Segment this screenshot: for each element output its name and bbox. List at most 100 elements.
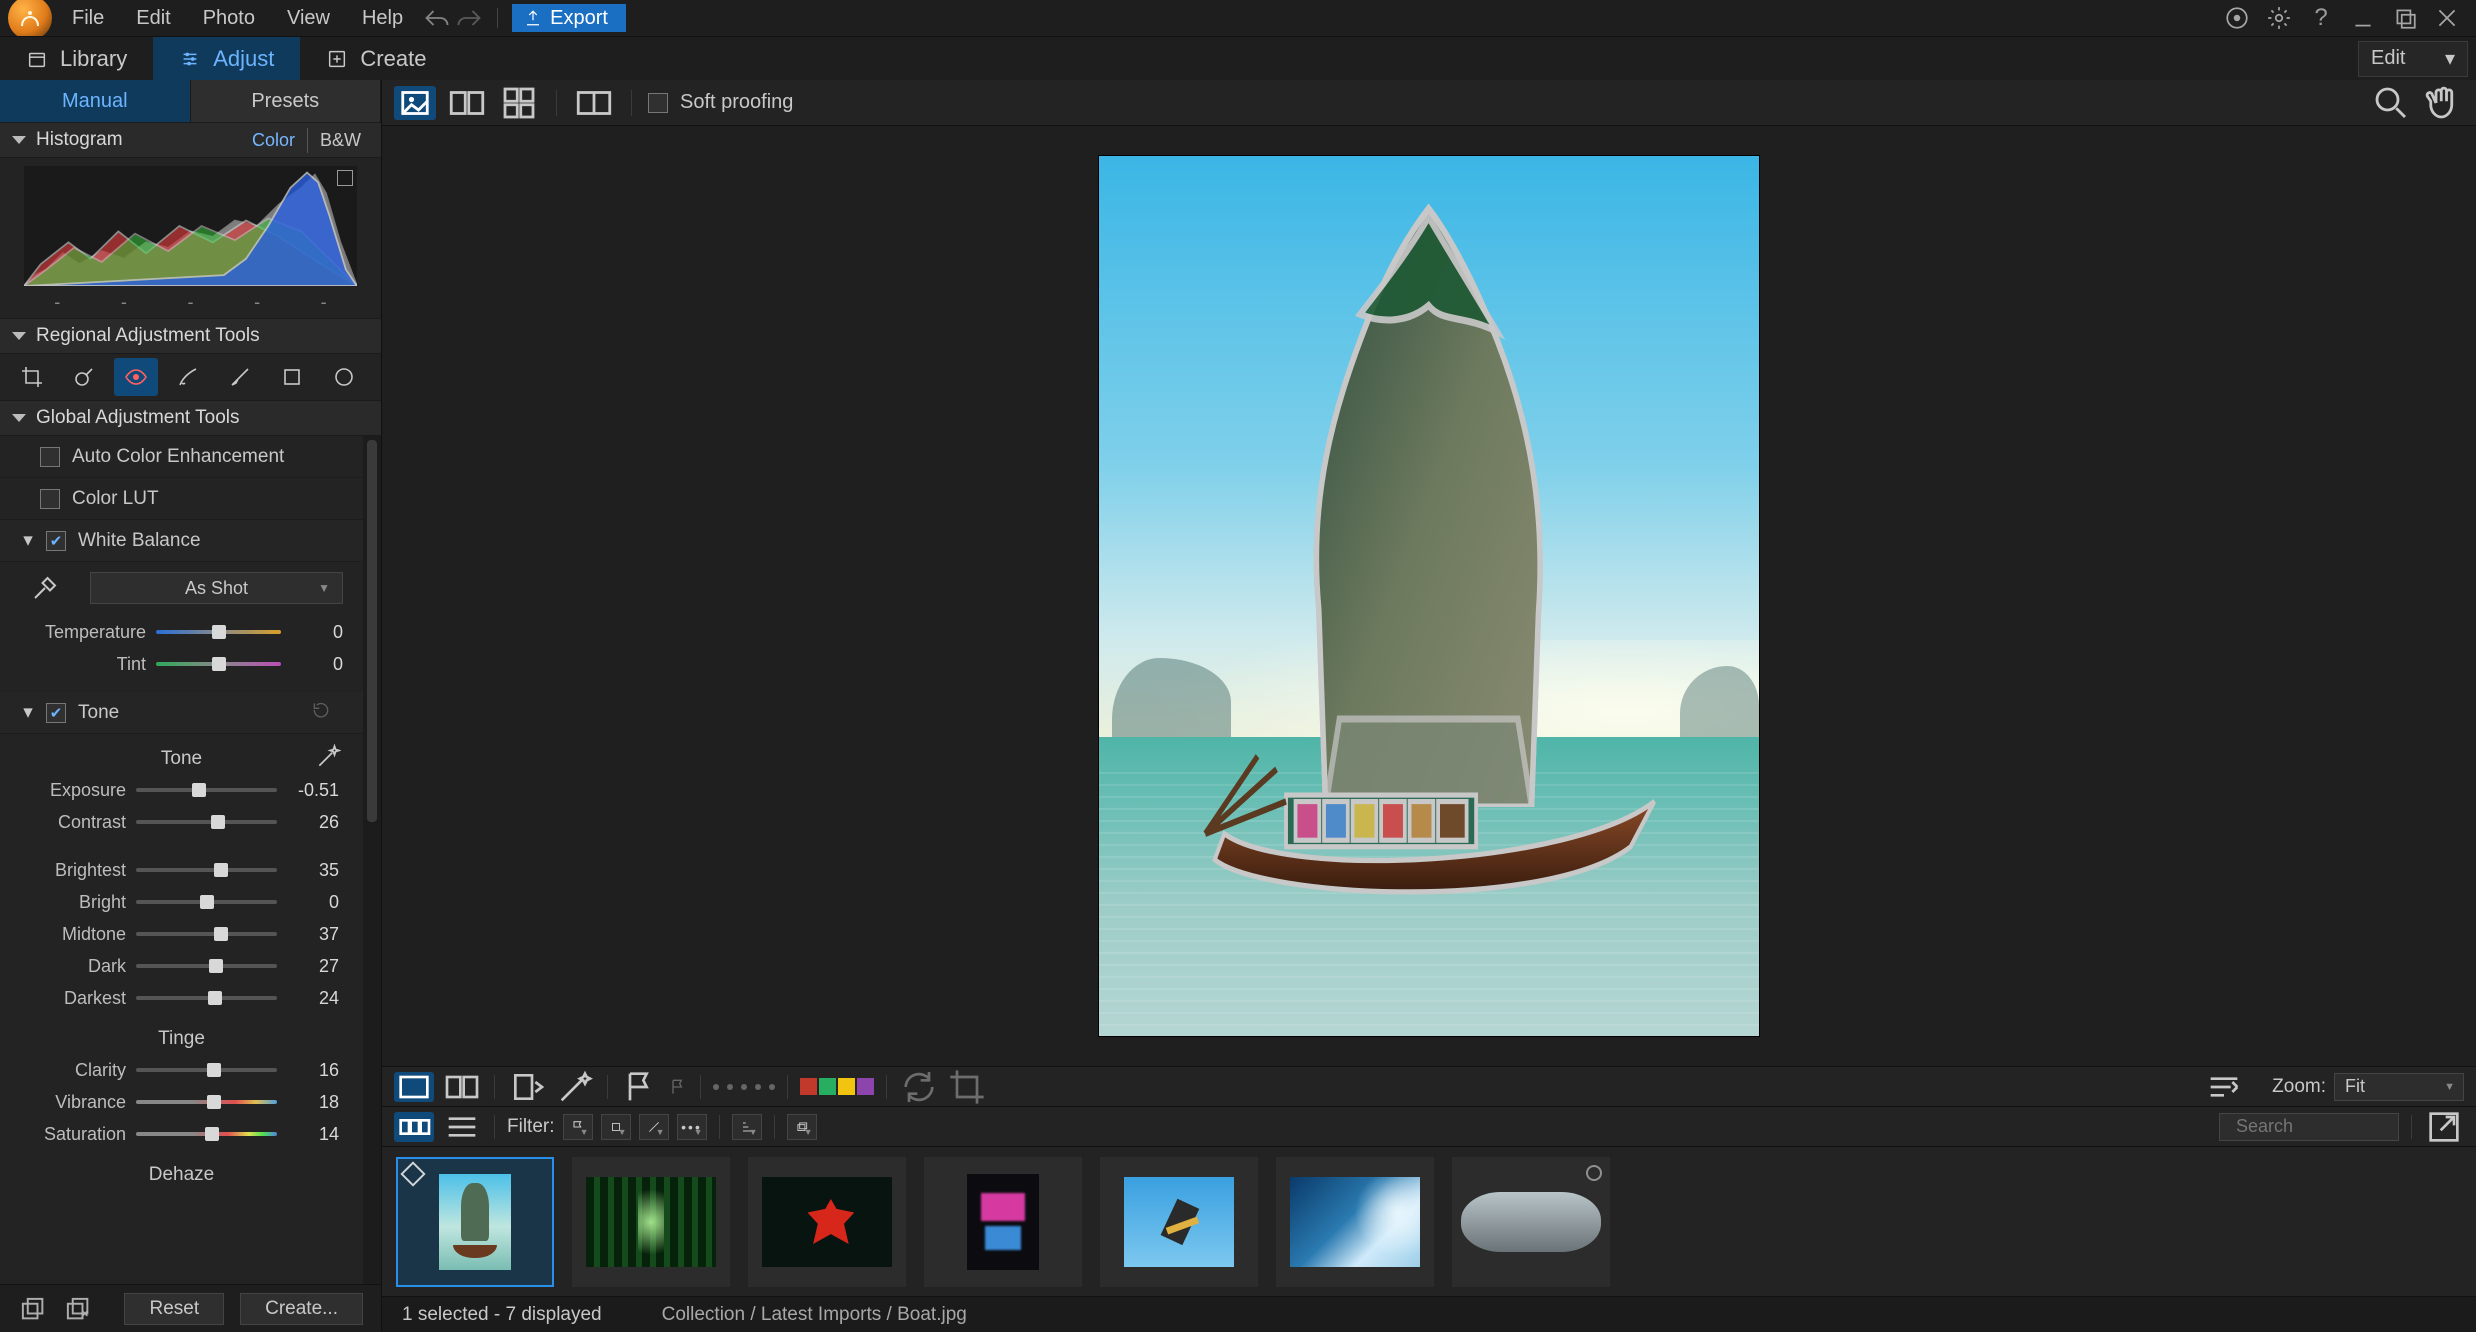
create-preset-button[interactable]: Create... [240,1293,363,1325]
slider-thumb[interactable] [207,1095,221,1109]
slider-temperature[interactable]: Temperature0 [30,616,343,648]
slider-dark[interactable]: Dark27 [10,950,339,982]
section-regional-header[interactable]: Regional Adjustment Tools [0,318,381,354]
soft-proofing-toggle[interactable]: Soft proofing [648,91,793,114]
slider-clarity[interactable]: Clarity16 [10,1054,339,1086]
slider-thumb[interactable] [212,625,226,639]
view-compare-side[interactable] [446,86,488,120]
color-label-swatch[interactable] [800,1078,817,1095]
thumbnail[interactable] [1276,1157,1434,1287]
redo-button[interactable] [455,4,483,32]
slider-contrast[interactable]: Contrast26 [10,806,339,838]
color-labels[interactable] [800,1078,874,1095]
thumb-view-list[interactable] [442,1112,482,1142]
slider-saturation[interactable]: Saturation14 [10,1118,339,1150]
clip-warning-icon[interactable] [337,170,353,186]
filmstrip-search[interactable]: ✕ [2219,1113,2399,1141]
flag-reject[interactable] [668,1072,688,1102]
menu-file[interactable]: File [56,3,120,34]
slider-thumb[interactable] [214,927,228,941]
slider-thumb[interactable] [192,783,206,797]
radial-mask-tool[interactable] [322,358,366,396]
spot-tool[interactable] [62,358,106,396]
notifications-icon[interactable] [2224,5,2250,31]
color-label-swatch[interactable] [819,1078,836,1095]
auto-enhance-button[interactable] [555,1072,595,1102]
help-icon[interactable]: ? [2308,5,2334,31]
histogram-mode-color[interactable]: Color [244,128,303,153]
slider-track[interactable] [136,900,277,904]
open-external-button[interactable] [2424,1112,2464,1142]
slider-thumb[interactable] [214,863,228,877]
settings-icon[interactable] [2266,5,2292,31]
compare-mode-a[interactable] [394,1072,434,1102]
slider-track[interactable] [136,996,277,1000]
section-histogram-header[interactable]: Histogram Color B&W [0,122,381,158]
paste-adjustments-button[interactable] [63,1292,92,1326]
crop-quick-button[interactable] [947,1072,987,1102]
tab-presets[interactable]: Presets [191,80,382,122]
zoom-select[interactable]: Fit [2334,1073,2464,1101]
white-balance-select[interactable]: As Shot [90,572,343,604]
filter-flags[interactable] [563,1114,593,1140]
crop-tool[interactable] [10,358,54,396]
image-canvas[interactable] [382,126,2476,1066]
filter-edited[interactable] [639,1114,669,1140]
slider-exposure[interactable]: Exposure-0.51 [10,774,339,806]
slider-track[interactable] [136,820,277,824]
toggle-white-balance[interactable]: ▾ White Balance [0,520,363,562]
slider-tint[interactable]: Tint0 [30,648,343,680]
slider-thumb[interactable] [212,657,226,671]
redeye-tool[interactable] [114,358,158,396]
thumbnail[interactable] [748,1157,906,1287]
slider-thumb[interactable] [208,991,222,1005]
stack-mode[interactable] [787,1114,817,1140]
sort-order[interactable] [732,1114,762,1140]
section-global-header[interactable]: Global Adjustment Tools [0,400,381,436]
slider-track[interactable] [156,662,281,666]
tab-manual[interactable]: Manual [0,80,191,122]
color-label-swatch[interactable] [857,1078,874,1095]
menu-edit[interactable]: Edit [120,3,186,34]
brush-tool[interactable] [166,358,210,396]
auto-tone-button[interactable] [315,744,341,770]
slider-vibrance[interactable]: Vibrance18 [10,1086,339,1118]
slider-track[interactable] [136,1132,277,1136]
mode-create[interactable]: Create [300,37,452,80]
undo-button[interactable] [423,4,451,32]
mode-library[interactable]: Library [0,37,153,80]
zoom-tool[interactable] [2370,86,2412,120]
panel-scrollbar[interactable] [363,436,381,1284]
slider-track[interactable] [156,630,281,634]
slider-thumb[interactable] [209,959,223,973]
mode-adjust[interactable]: Adjust [153,37,300,80]
histogram-mode-bw[interactable]: B&W [312,128,369,153]
copy-adjustments-button[interactable] [18,1292,47,1326]
thumbnail[interactable] [572,1157,730,1287]
maximize-button[interactable] [2392,5,2418,31]
slider-thumb[interactable] [200,895,214,909]
toggle-auto-color[interactable]: Auto Color Enhancement [0,436,363,478]
thumbnail[interactable] [1100,1157,1258,1287]
thumbnail[interactable] [396,1157,554,1287]
compare-mode-b[interactable] [442,1072,482,1102]
rotate-button[interactable] [507,1072,547,1102]
view-single[interactable] [394,86,436,120]
view-split[interactable] [573,86,615,120]
view-grid[interactable] [498,86,540,120]
toggle-color-lut[interactable]: Color LUT [0,478,363,520]
slider-bright[interactable]: Bright0 [10,886,339,918]
slider-track[interactable] [136,788,277,792]
menu-view[interactable]: View [271,3,346,34]
filter-more[interactable]: ••• [677,1114,707,1140]
minimize-button[interactable] [2350,5,2376,31]
sync-button[interactable] [899,1072,939,1102]
reset-section-icon[interactable] [311,700,331,726]
slider-track[interactable] [136,1100,277,1104]
gradient-tool[interactable] [218,358,262,396]
slider-brightest[interactable]: Brightest35 [10,854,339,886]
menu-help[interactable]: Help [346,3,419,34]
pan-tool[interactable] [2422,86,2464,120]
rect-mask-tool[interactable] [270,358,314,396]
eyedropper-tool[interactable] [30,573,60,603]
